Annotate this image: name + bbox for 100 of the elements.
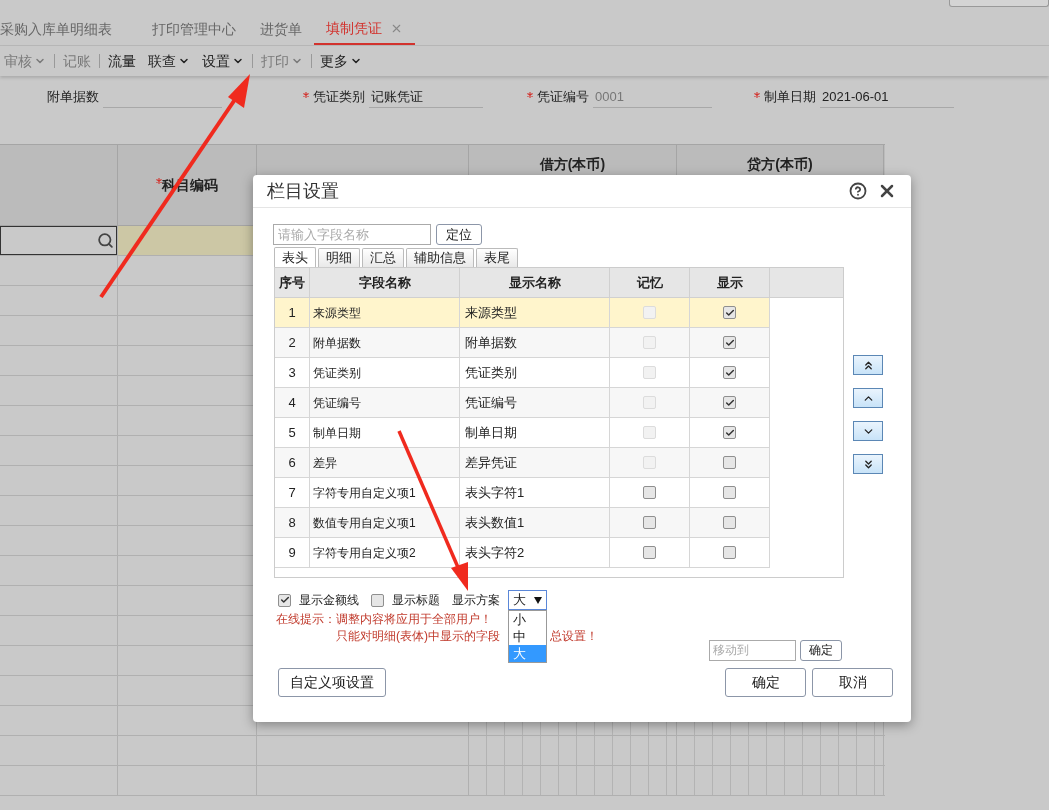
table-cell-text: 表头字符1 [465,483,525,502]
table-cell-text: 3 [288,363,296,382]
search-field[interactable]: 请输入字段名称 [273,223,431,245]
dialog-title: 栏目设置 [267,179,340,203]
scheme-label: 显示方案 [452,592,500,609]
locate-button[interactable]: 定位 [436,223,482,245]
checkbox[interactable] [643,546,656,559]
table-cell-text: 凭证类别 [313,364,361,382]
table-cell-text: 字符专用自定义项1 [313,484,416,502]
table-row[interactable]: 4 凭证编号 凭证编号 [275,388,770,418]
input-field[interactable]: 记账凭证 [369,86,483,108]
table-row[interactable]: 3 凭证类别 凭证类别 [275,358,770,388]
move-button[interactable] [853,454,883,474]
table-cell-text: 8 [288,513,296,532]
field-label: 制单日期 [764,88,816,107]
dropdown-option[interactable]: 中 [509,628,546,645]
move-button[interactable] [853,388,883,408]
table-cell-text: 数值专用自定义项1 [313,514,416,532]
table-row[interactable]: 2 附单据数 附单据数 [275,328,770,358]
hint-text: 总设置！ [550,628,598,645]
table-row[interactable]: 8 数值专用自定义项1 表头数值1 [275,508,770,538]
move-button[interactable] [853,421,883,441]
table-cell-text: 差异 [313,454,337,472]
table-cell-text: 凭证类别 [465,363,517,382]
field-label: 凭证类别 [313,88,365,107]
move-button[interactable] [853,355,883,375]
check-icon [724,397,735,408]
table-cell-text: 表头字符2 [465,543,525,562]
checkbox[interactable] [723,486,736,499]
tab[interactable]: 进货单 [248,13,314,45]
toolbar-button[interactable]: 更多 [320,50,362,72]
toolbar-button[interactable]: 联查 [148,50,190,72]
help-icon[interactable] [849,182,867,200]
tab[interactable]: 表头 [274,247,316,267]
table-row[interactable]: 9 字符专用自定义项2 表头字符2 [275,538,770,568]
table-cell-text: 4 [288,393,296,412]
checkbox[interactable] [643,516,656,529]
table-cell-text: 来源类型 [465,303,517,322]
dropdown-option[interactable]: 小 [509,611,546,628]
check-icon [724,427,735,438]
table-row[interactable]: 6 差异 差异凭证 [275,448,770,478]
hint-text: 在线提示：调整内容将应用于全部用户！ [276,612,492,626]
cancel-button[interactable]: 取消 [812,668,893,697]
table-cell-text: 制单日期 [313,424,361,442]
checkbox[interactable] [723,456,736,469]
table-cell-text: 附单据数 [465,333,517,352]
tab[interactable]: 打印管理中心 [140,13,248,45]
checkbox-label: 显示金额线 [299,592,359,609]
table-cell-text: 表头数值1 [465,513,525,532]
tab[interactable]: 辅助信息 [406,248,474,267]
table-cell-text: 来源类型 [313,304,361,322]
table-cell-text: 1 [288,303,296,322]
toolbar-button[interactable]: 设置 [202,50,244,72]
custom-items-button[interactable]: 自定义项设置 [278,668,386,697]
tab[interactable]: 表尾 [476,248,518,267]
table-cell-text: 凭证编号 [465,393,517,412]
check-icon [279,595,290,605]
table-cell-text: 附单据数 [313,334,361,352]
caret-icon [534,596,542,604]
checkbox[interactable] [723,306,736,319]
table-row[interactable]: 7 字符专用自定义项1 表头字符1 [275,478,770,508]
search-icon [97,232,114,249]
table-cell-text: 2 [288,333,296,352]
table-cell-text: 制单日期 [465,423,517,442]
checkbox-label: 显示标题 [392,592,440,609]
tab[interactable]: 明细 [318,248,360,267]
tab[interactable]: 采购入库单明细表 [0,13,140,45]
column-header: 显示名称 [460,268,610,297]
checkbox[interactable] [723,516,736,529]
checkbox[interactable] [723,366,736,379]
check-icon [724,337,735,348]
checkbox[interactable] [278,593,291,607]
checkbox[interactable] [723,396,736,409]
toolbar-button[interactable]: 流量 [108,50,136,72]
table-cell-text: 字符专用自定义项2 [313,544,416,562]
top-field[interactable] [949,0,1049,7]
checkbox[interactable] [643,486,656,499]
input-field[interactable]: 2021-06-01 [820,86,954,108]
check-icon [724,367,735,378]
field-label: 附单据数 [47,88,99,107]
tab[interactable]: 汇总 [362,248,404,267]
column-header: 贷方(本币) [747,155,813,174]
column-header: 显示 [690,268,770,297]
move-to-field[interactable]: 移动到 [709,639,796,661]
check-icon [724,307,735,318]
checkbox[interactable] [723,336,736,349]
scheme-select[interactable]: 大 [508,590,547,610]
checkbox[interactable] [371,593,384,607]
table-cell-text: 9 [288,543,296,562]
table-row[interactable]: 1 来源类型 来源类型 [275,298,770,328]
hint-text: 只能对明细(表体)中显示的字段 [336,629,500,643]
checkbox[interactable] [723,546,736,559]
checkbox[interactable] [723,426,736,439]
column-header: 字段名称 [310,268,460,297]
table-cell-text: 差异凭证 [465,453,517,472]
ok-button[interactable]: 确定 [725,668,806,697]
search-field[interactable] [0,226,117,255]
table-row[interactable]: 5 制单日期 制单日期 [275,418,770,448]
table-cell-text: 7 [288,483,296,502]
confirm-button[interactable]: 确定 [800,639,842,661]
